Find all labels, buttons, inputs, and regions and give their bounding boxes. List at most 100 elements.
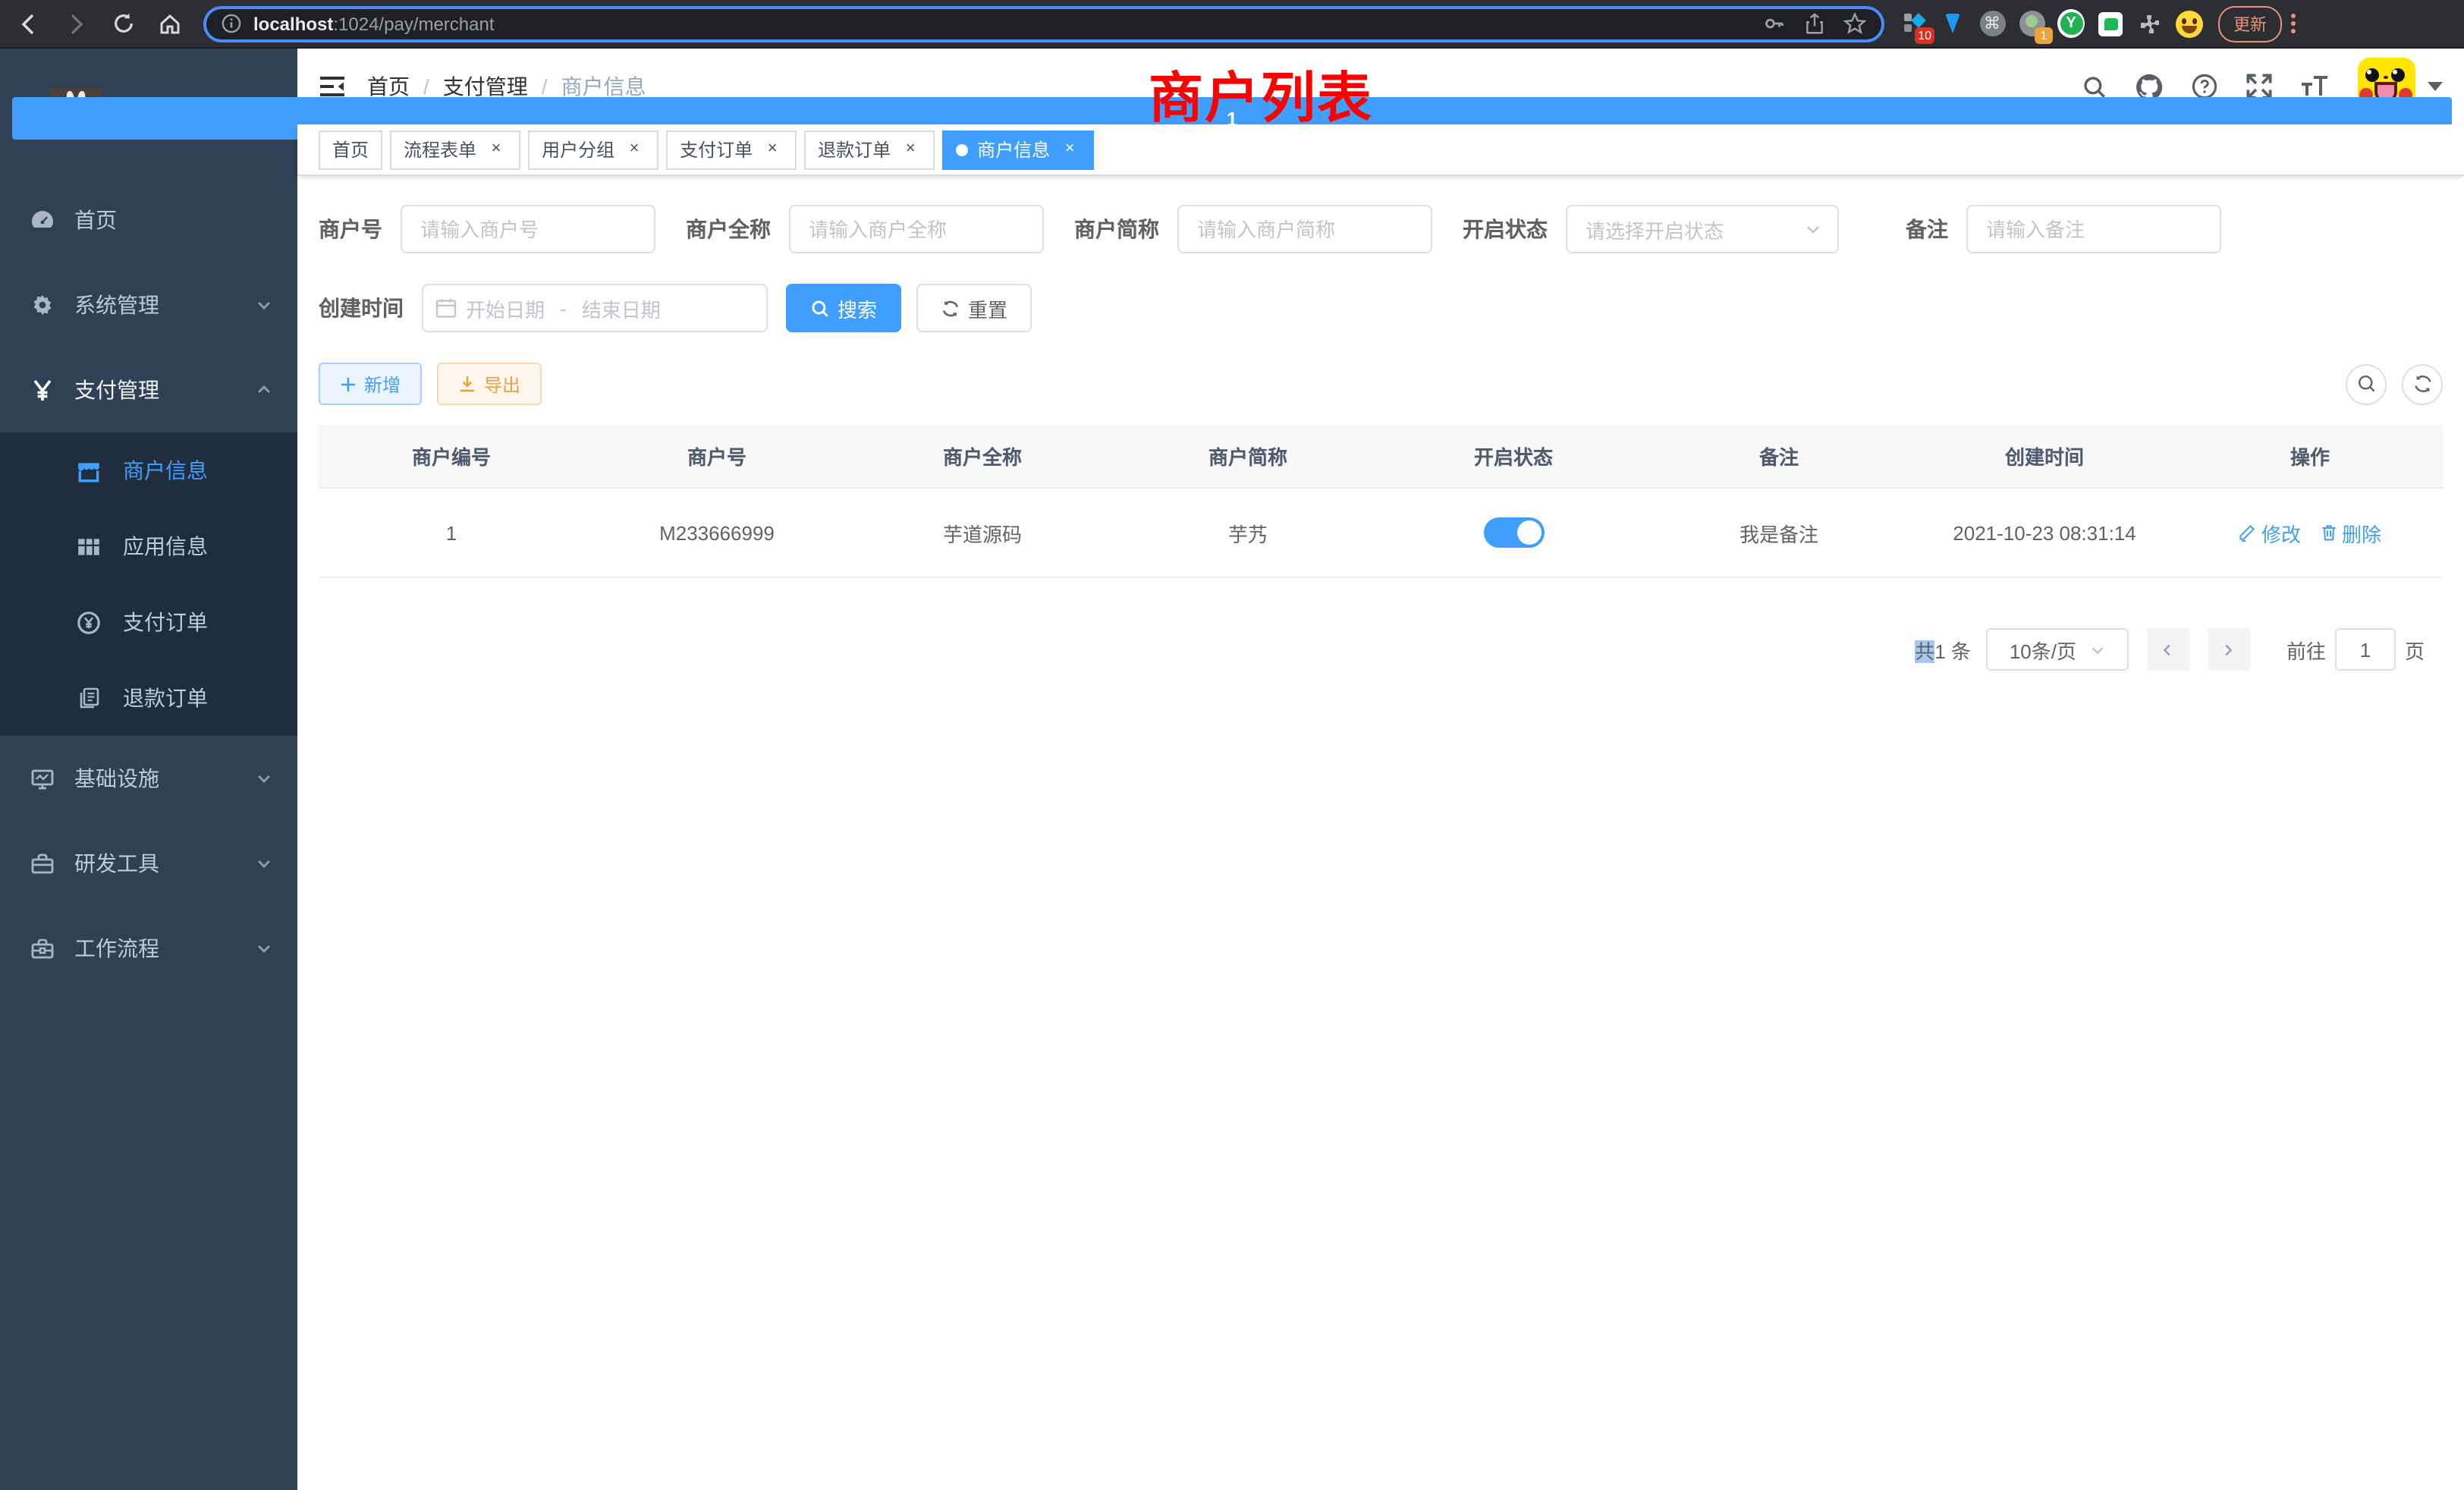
table-row: 1 M233666999 芋道源码 芋艿 我是备注 2021-10-23 08:… (319, 489, 2443, 577)
end-date-placeholder: 结束日期 (582, 294, 661, 322)
browser-home-button[interactable] (152, 5, 188, 42)
table-toolbar: 新增 导出 (319, 363, 2443, 405)
search-button[interactable]: 搜索 (786, 284, 901, 332)
sidebar-collapse-icon[interactable] (297, 74, 367, 99)
share-icon[interactable] (1804, 12, 1825, 35)
sidebar-item-home[interactable]: 首页 (0, 178, 297, 262)
create-time-label: 创建时间 (319, 293, 422, 323)
password-key-icon[interactable] (1763, 12, 1786, 35)
export-button[interactable]: 导出 (437, 363, 542, 405)
sidebar-item-merchant-info[interactable]: 商户信息 (0, 432, 297, 508)
tag-pay-order[interactable]: 支付订单× (666, 130, 797, 169)
merchant-no-input[interactable] (401, 205, 655, 253)
close-icon[interactable]: × (624, 139, 645, 160)
close-icon[interactable]: × (486, 139, 507, 160)
extension-badge: 1 (2035, 27, 2053, 43)
column-header: 操作 (2177, 425, 2443, 487)
prev-page-button[interactable] (2147, 628, 2189, 671)
search-form-row-1: 商户号 商户全称 商户简称 开启状态 请选择开启状态 (319, 205, 2443, 253)
status-toggle[interactable] (1483, 517, 1544, 548)
extension-chat-icon[interactable] (2097, 10, 2124, 37)
sidebar-item-payment[interactable]: 支付管理 (0, 347, 297, 432)
tag-merchant-info[interactable]: 商户信息× (942, 130, 1094, 169)
cell-short-name: 芋艿 (1115, 489, 1381, 576)
browser-menu-icon[interactable] (2291, 14, 2296, 33)
status-select[interactable]: 请选择开启状态 (1566, 205, 1839, 253)
sidebar-item-pay-order[interactable]: 支付订单 (0, 584, 297, 660)
header-search-icon[interactable] (2082, 74, 2107, 99)
edit-link[interactable]: 修改 (2239, 518, 2301, 547)
sidebar-item-system[interactable]: 系统管理 (0, 262, 297, 347)
remark-input[interactable] (1966, 205, 2221, 253)
cell-remark: 我是备注 (1646, 489, 1912, 576)
extension-command-icon[interactable]: ⌘ (1978, 10, 2006, 37)
tag-user-group[interactable]: 用户分组× (528, 130, 658, 169)
column-header: 创建时间 (1912, 425, 2177, 487)
site-info-icon[interactable] (222, 14, 241, 33)
toolbox-icon (30, 936, 55, 960)
goto-page-input[interactable] (2335, 628, 2396, 671)
font-size-icon[interactable] (2300, 74, 2330, 99)
coin-icon (76, 609, 102, 635)
url-text: localhost:1024/pay/merchant (253, 13, 1763, 34)
close-icon[interactable]: × (1059, 139, 1080, 160)
screen: localhost:1024/pay/merchant 10 ⌘ (0, 0, 2464, 1490)
trash-icon (2319, 523, 2337, 542)
column-header: 开启状态 (1381, 425, 1646, 487)
extension-y-icon[interactable]: Y (2057, 10, 2085, 37)
browser-update-button[interactable]: 更新 (2218, 5, 2282, 42)
browser-back-button[interactable] (11, 5, 47, 42)
cell-create-time: 2021-10-23 08:31:14 (1912, 492, 2177, 573)
reset-button[interactable]: 重置 (916, 284, 1032, 332)
chevron-up-icon (255, 381, 273, 399)
download-icon (458, 375, 476, 393)
cell-merchant-id: 1 (319, 492, 584, 573)
browser-forward-button[interactable] (58, 5, 94, 42)
sidebar: 芋道管理系统 首页 系统管理 (0, 49, 297, 1490)
sidebar-item-infrastructure[interactable]: 基础设施 (0, 736, 297, 821)
sidebar-item-app-info[interactable]: 应用信息 (0, 508, 297, 584)
merchant-no-label: 商户号 (319, 214, 401, 244)
column-header: 商户全称 (850, 425, 1115, 487)
short-name-input[interactable] (1177, 205, 1432, 253)
full-name-input[interactable] (789, 205, 1044, 253)
fullscreen-icon[interactable] (2246, 73, 2273, 100)
show-search-toggle-button[interactable] (2346, 363, 2387, 404)
refresh-table-button[interactable] (2402, 363, 2443, 404)
sidebar-item-dev-tools[interactable]: 研发工具 (0, 821, 297, 906)
page-size-select[interactable]: 10条/页 (1986, 628, 2129, 671)
sidebar-item-workflow[interactable]: 工作流程 (0, 906, 297, 991)
bookmark-star-icon[interactable] (1843, 12, 1866, 35)
column-header: 商户编号 (319, 425, 584, 487)
create-time-range-picker[interactable]: 开始日期 - 结束日期 (422, 284, 768, 332)
annotation-title: 商户列表 (1149, 55, 1373, 134)
goto-label: 前往 (2286, 635, 2326, 664)
tag-home[interactable]: 首页 (319, 130, 382, 169)
tag-refund-order[interactable]: 退款订单× (804, 130, 935, 169)
delete-link[interactable]: 删除 (2319, 518, 2381, 547)
search-icon (2356, 373, 2377, 395)
help-icon[interactable] (2191, 73, 2218, 100)
calendar-icon (435, 297, 457, 319)
pencil-icon (2239, 523, 2257, 542)
browser-refresh-button[interactable] (105, 5, 141, 42)
close-icon[interactable]: × (762, 139, 783, 160)
address-bar[interactable]: localhost:1024/pay/merchant (203, 5, 1884, 42)
grid-icon (76, 533, 102, 559)
extension-grid-icon[interactable]: 10 (1900, 10, 1927, 37)
close-icon[interactable]: × (900, 139, 921, 160)
merchant-table: 商户编号 商户号 商户全称 商户简称 开启状态 备注 创建时间 操作 1 M23… (319, 425, 2443, 578)
extension-emoji-icon[interactable] (2176, 10, 2203, 37)
tag-process-form[interactable]: 流程表单× (390, 130, 520, 169)
sidebar-item-refund-order[interactable]: 退款订单 (0, 660, 297, 736)
pagination-total: 共1 条 (1915, 635, 1971, 664)
extension-kite-icon[interactable] (1939, 10, 1966, 37)
full-name-label: 商户全称 (686, 214, 789, 244)
docs-icon (76, 685, 102, 711)
add-button[interactable]: 新增 (319, 363, 422, 405)
next-page-button[interactable] (2208, 628, 2250, 671)
extension-recorder-icon[interactable]: 1 (2018, 10, 2045, 37)
extensions-puzzle-icon[interactable] (2136, 10, 2164, 37)
extensions-area: 10 ⌘ 1 Y (1900, 10, 2203, 37)
toolbox-icon (30, 851, 55, 875)
